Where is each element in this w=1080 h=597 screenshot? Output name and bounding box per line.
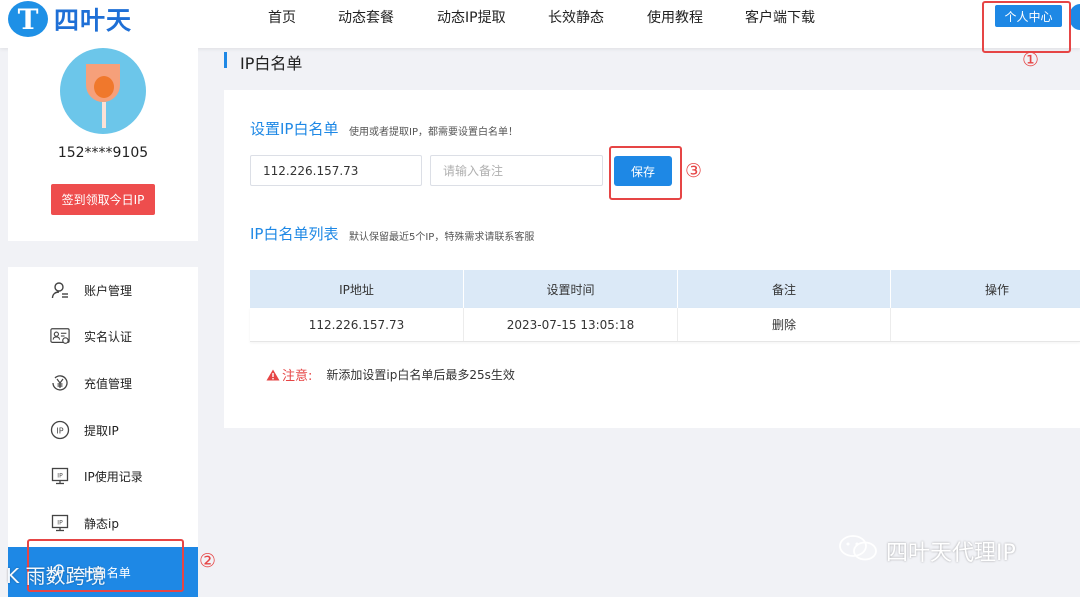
watermark-right: 四叶天代理IP xyxy=(838,534,1016,568)
set-whitelist-hint: 使用或者提取IP，都需要设置白名单！ xyxy=(349,127,518,138)
logo-text: 四叶天 xyxy=(54,6,133,35)
notice-label: 注意: xyxy=(282,369,313,384)
nav-dynamic-ip-extract[interactable]: 动态IP提取 xyxy=(437,7,506,27)
column-header-ip: IP地址 xyxy=(250,270,464,308)
sidebar-item-ip-records[interactable]: IP IP使用记录 xyxy=(8,453,198,499)
annotation-marker-2: ② xyxy=(199,550,217,572)
svg-text:IP: IP xyxy=(57,473,63,480)
ip-circle-icon: IP xyxy=(50,420,70,440)
delete-link[interactable]: 删除 xyxy=(678,308,891,341)
table-row: 112.226.157.73 2023-07-15 13:05:18 删除 xyxy=(250,308,1080,342)
logo-mark: T xyxy=(8,1,48,37)
column-header-action: 操作 xyxy=(891,270,1080,308)
avatar[interactable] xyxy=(60,48,146,134)
sidebar-item-label: 静态ip xyxy=(84,516,119,531)
profile-card: 152****9105 签到领取今日IP xyxy=(8,48,198,241)
ip-monitor-icon: IP xyxy=(50,466,70,486)
top-nav-bar: T 四叶天 首页 动态套餐 动态IP提取 长效静态 使用教程 客户端下载 个人中… xyxy=(0,0,1080,48)
sign-in-ip-button[interactable]: 签到领取今日IP xyxy=(51,184,155,215)
warning-icon xyxy=(266,369,280,381)
avatar-stem-shape xyxy=(102,102,106,128)
user-phone: 152****9105 xyxy=(57,145,149,161)
page-title: IP白名单 xyxy=(240,54,303,73)
avatar-fruit-shape xyxy=(94,76,114,98)
user-icon xyxy=(50,280,70,300)
sidebar-item-account[interactable]: 账户管理 xyxy=(8,267,198,313)
whitelist-list-title: IP白名单列表 xyxy=(250,225,339,243)
page-title-bar: IP白名单 xyxy=(224,48,1080,90)
sidebar-item-realname[interactable]: 实名认证 xyxy=(8,313,198,359)
cell-time: 2023-07-15 13:05:18 xyxy=(464,308,678,341)
id-card-icon xyxy=(50,326,70,346)
notice-text: 新添加设置ip白名单后最多25s生效 xyxy=(326,368,515,382)
notice: 注意: 新添加设置ip白名单后最多25s生效 xyxy=(266,365,515,384)
cell-ip: 112.226.157.73 xyxy=(250,308,464,341)
sidebar-item-label: 账户管理 xyxy=(84,283,133,298)
svg-text:IP: IP xyxy=(57,520,63,527)
nav-dynamic-package[interactable]: 动态套餐 xyxy=(338,7,394,27)
sidebar-item-label: IP使用记录 xyxy=(84,469,143,484)
whitelist-list-hint: 默认保留最近5个IP，特殊需求请联系客服 xyxy=(349,232,535,243)
nav-home[interactable]: 首页 xyxy=(268,7,296,27)
column-header-time: 设置时间 xyxy=(464,270,678,308)
sidebar-item-extract-ip[interactable]: IP 提取IP xyxy=(8,407,198,453)
ip-monitor-icon: IP xyxy=(50,513,70,533)
wechat-icon xyxy=(838,534,878,568)
cell-action xyxy=(891,308,1080,341)
watermark-right-text: 四叶天代理IP xyxy=(886,541,1016,566)
watermark-left: K 雨数跨境 xyxy=(6,564,106,588)
title-accent-bar xyxy=(224,52,227,68)
set-whitelist-title: 设置IP白名单 xyxy=(250,120,339,138)
table-header: IP地址 设置时间 备注 操作 xyxy=(250,270,1080,308)
nav-client-download[interactable]: 客户端下载 xyxy=(745,7,815,27)
yen-icon xyxy=(50,373,70,393)
sidebar-item-label: 提取IP xyxy=(84,423,119,438)
sidebar-item-label: 实名认证 xyxy=(84,329,133,344)
site-logo[interactable]: T 四叶天 xyxy=(8,0,132,38)
highlight-box-1 xyxy=(982,1,1071,53)
remark-input[interactable]: 请输入备注 xyxy=(430,155,603,186)
ip-input[interactable]: 112.226.157.73 xyxy=(250,155,422,186)
nav-static-long[interactable]: 长效静态 xyxy=(548,7,604,27)
column-header-remark: 备注 xyxy=(678,270,891,308)
whitelist-panel: 设置IP白名单 使用或者提取IP，都需要设置白名单！ 112.226.157.7… xyxy=(224,90,1080,428)
sidebar-item-label: 充值管理 xyxy=(84,376,133,391)
annotation-marker-3: ③ xyxy=(685,160,703,182)
svg-text:IP: IP xyxy=(56,427,63,436)
sidebar-item-recharge[interactable]: 充值管理 xyxy=(8,360,198,406)
nav-tutorial[interactable]: 使用教程 xyxy=(647,7,703,27)
highlight-box-3 xyxy=(609,146,682,200)
